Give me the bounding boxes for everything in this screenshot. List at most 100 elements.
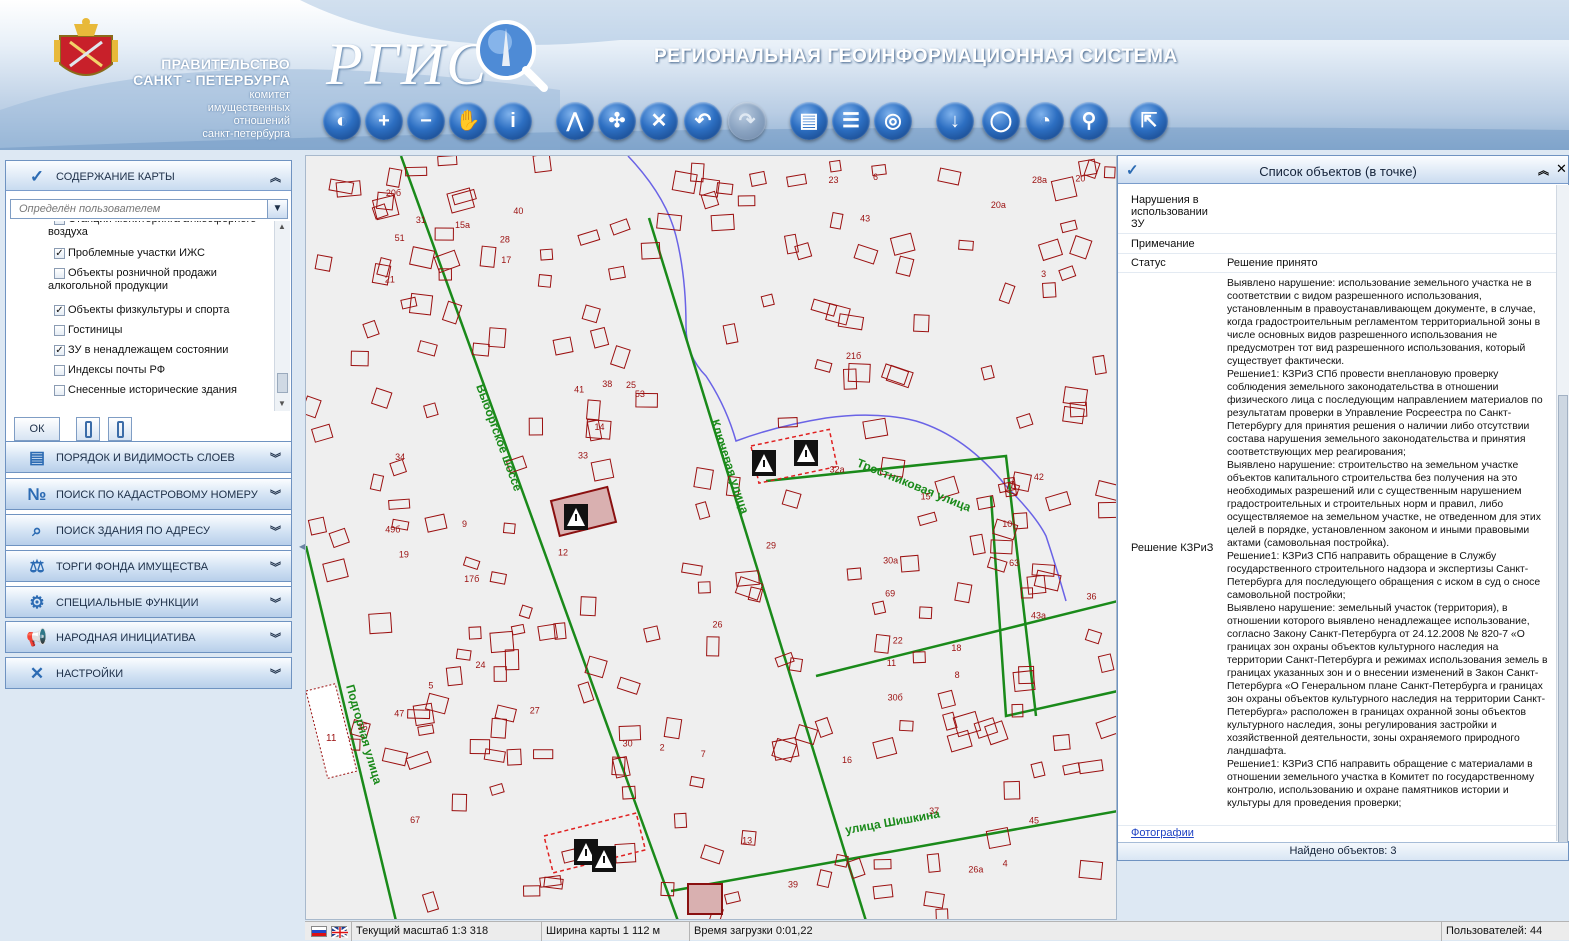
- row-divider: [1118, 233, 1556, 234]
- building-outline: [490, 717, 508, 739]
- building-outline: [522, 885, 541, 897]
- house-number: 17: [501, 255, 511, 265]
- building-outline: [589, 326, 610, 349]
- accordion-label: НАРОДНАЯ ИНИЦИАТИВА: [56, 632, 196, 644]
- warning-marker-icon[interactable]: [752, 450, 776, 476]
- building-outline: [706, 636, 720, 657]
- system-title: РЕГИОНАЛЬНАЯ ГЕОИНФОРМАЦИОННАЯ СИСТЕМА: [654, 46, 1178, 67]
- accordion-6[interactable]: 📢 НАРОДНАЯ ИНИЦИАТИВА ︾: [5, 621, 292, 653]
- export-button[interactable]: ⇱: [1130, 102, 1168, 140]
- house-number: 26: [713, 619, 723, 629]
- map-canvas[interactable]: 11 Выборгское шоссе Ключевая улица Тростни…: [306, 156, 1117, 920]
- building-outline: [681, 562, 703, 576]
- expand-all-button[interactable]: [76, 417, 100, 441]
- accordion-4[interactable]: ⚖ ТОРГИ ФОНДА ИМУЩЕСТВА ︾: [5, 550, 292, 582]
- building-outline: [608, 265, 626, 281]
- layer-list-scrollbar[interactable]: ▲ ▼: [274, 221, 290, 411]
- house-number: 30а: [883, 556, 898, 566]
- expand-icon[interactable]: ︾: [270, 666, 281, 682]
- warning-marker-icon[interactable]: [794, 440, 818, 466]
- expand-icon[interactable]: ︾: [270, 559, 281, 575]
- house-number: 2: [660, 742, 665, 752]
- building-outline: [816, 869, 833, 889]
- map-content-header[interactable]: ✓ СОДЕРЖАНИЕ КАРТЫ ︽: [6, 161, 291, 191]
- building-outline: [889, 232, 916, 256]
- accordion-3[interactable]: ⌕ ПОИСК ЗДАНИЯ ПО АДРЕСУ ︾: [5, 514, 292, 546]
- legend-list-button[interactable]: ☰: [832, 102, 870, 140]
- object-list-scrollbar[interactable]: [1556, 185, 1569, 855]
- building-outline: [954, 582, 973, 604]
- building-outline: [899, 720, 914, 732]
- building-outline: [846, 567, 862, 581]
- panel-splitter[interactable]: ◀: [298, 152, 305, 920]
- building-outline: [455, 648, 472, 661]
- attr-key: Решение КЗРиЗ: [1131, 542, 1214, 554]
- measure-button[interactable]: ⋀: [556, 102, 594, 140]
- russian-flag-icon[interactable]: [311, 926, 327, 937]
- feedback-button[interactable]: ◯: [982, 102, 1020, 140]
- download-button[interactable]: ↓: [936, 102, 974, 140]
- accordion-7[interactable]: ✕ НАСТРОЙКИ ︾: [5, 657, 292, 689]
- building-outline: [917, 511, 938, 527]
- chevron-down-icon[interactable]: ▼: [267, 200, 287, 218]
- back-button[interactable]: ↶: [684, 102, 722, 140]
- close-icon[interactable]: ✕: [1556, 161, 1567, 177]
- scroll-down-icon[interactable]: ▼: [278, 399, 286, 408]
- english-flag-icon[interactable]: [331, 926, 349, 939]
- building-outline: [814, 716, 834, 738]
- ok-button[interactable]: ОК: [14, 417, 60, 441]
- expand-icon[interactable]: ︾: [270, 523, 281, 539]
- pan-hand-button[interactable]: ✋: [449, 102, 487, 140]
- scroll-up-icon[interactable]: ▲: [278, 222, 286, 231]
- collapse-all-button[interactable]: [108, 417, 132, 441]
- building-outline: [918, 606, 933, 620]
- scrollbar-thumb[interactable]: [1558, 395, 1568, 855]
- scrollbar-thumb[interactable]: [277, 373, 288, 393]
- warning-marker-icon[interactable]: [564, 504, 588, 530]
- building-outline: [614, 842, 637, 864]
- expand-icon[interactable]: ︾: [270, 487, 281, 503]
- select-button[interactable]: ✣: [598, 102, 636, 140]
- info-button[interactable]: i: [494, 102, 532, 140]
- measure-icon: ⋀: [566, 110, 584, 132]
- building-outline: [760, 293, 775, 308]
- map-view[interactable]: 11 Выборгское шоссе Ключевая улица Тростни…: [305, 155, 1117, 920]
- building-outline: [842, 368, 858, 390]
- street-label: Ключевая улица: [708, 418, 752, 516]
- warning-marker-icon[interactable]: [592, 846, 616, 872]
- print-button[interactable]: ▤: [790, 102, 828, 140]
- overview-globe-button[interactable]: ◎: [874, 102, 912, 140]
- forward-button[interactable]: ↷: [728, 102, 766, 140]
- building-outline: [986, 556, 1008, 573]
- load-time-readout: Время загрузки 0:01,22: [689, 922, 813, 941]
- expand-icon[interactable]: ︾: [270, 450, 281, 466]
- accordion-2[interactable]: № ПОИСК ПО КАДАСТРОВОМУ НОМЕРУ ︾: [5, 478, 292, 510]
- house-number: 20б: [386, 188, 401, 198]
- clear-button[interactable]: ✕: [640, 102, 678, 140]
- building-outline: [912, 651, 926, 664]
- layer-preset-select[interactable]: Определён пользователем ▼: [10, 199, 288, 219]
- collapse-icon[interactable]: ︽: [1538, 162, 1549, 178]
- coat-of-arms-icon: [54, 18, 118, 76]
- location-pin-button[interactable]: ⚲: [1070, 102, 1108, 140]
- checkmark-icon: ✓: [29, 167, 45, 186]
- building-outline: [710, 213, 735, 232]
- collapse-icon[interactable]: ︽: [270, 169, 281, 185]
- accordion-1[interactable]: ▤ ПОРЯДОК И ВИДИМОСТЬ СЛОЕВ ︾: [5, 441, 292, 473]
- river-line: [627, 156, 1067, 602]
- building-outline: [923, 891, 945, 909]
- expand-icon[interactable]: ︾: [270, 595, 281, 611]
- building-outline: [445, 666, 463, 687]
- house-number: 15а: [455, 220, 470, 230]
- house-number: 28а: [1032, 175, 1047, 185]
- full-extent-button[interactable]: ◐: [323, 102, 361, 140]
- rss-button[interactable]: ◔: [1026, 102, 1064, 140]
- zoom-out-button[interactable]: −: [407, 102, 445, 140]
- accordion-5[interactable]: ⚙ СПЕЦИАЛЬНЫЕ ФУНКЦИИ ︾: [5, 586, 292, 618]
- zoom-in-button[interactable]: +: [365, 102, 403, 140]
- photos-link[interactable]: Фотографии: [1131, 827, 1221, 839]
- building-outline: [673, 812, 688, 829]
- building-outline: [837, 313, 865, 331]
- building-outline: [412, 702, 435, 727]
- expand-icon[interactable]: ︾: [270, 630, 281, 646]
